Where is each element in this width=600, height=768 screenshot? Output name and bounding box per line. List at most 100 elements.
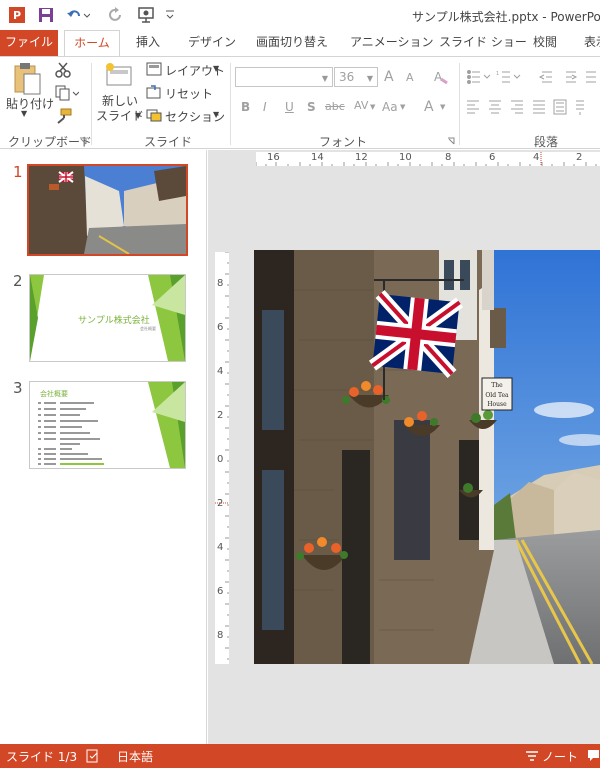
grow-font-button[interactable]: A bbox=[384, 69, 394, 85]
tab-animations[interactable]: アニメーション bbox=[350, 30, 434, 56]
section-icon bbox=[146, 109, 162, 122]
reset-icon bbox=[146, 85, 161, 99]
font-name-combo[interactable]: ▼ bbox=[235, 67, 333, 87]
redo-icon[interactable] bbox=[108, 7, 124, 23]
separator bbox=[459, 63, 460, 145]
ruler-label: 4 bbox=[217, 366, 224, 377]
font-size-value: 36 bbox=[339, 70, 355, 84]
slide-thumbnail-2[interactable]: サンプル株式会社 会社概要 bbox=[29, 274, 186, 362]
vertical-ruler: 8 6 4 2 0 2 4 6 8 bbox=[215, 252, 229, 664]
ruler-label: 8 bbox=[445, 152, 452, 163]
ruler-label: 16 bbox=[267, 152, 280, 163]
shadow-button[interactable]: S bbox=[307, 100, 316, 114]
bold-button[interactable]: B bbox=[241, 100, 250, 114]
sign-text-3: House bbox=[487, 401, 507, 408]
layout-dropdown-arrow: ▼ bbox=[213, 64, 220, 73]
thumbnail-title: 会社概要 bbox=[40, 390, 68, 398]
ruler-label: 2 bbox=[217, 498, 224, 509]
ruler-label: 6 bbox=[217, 322, 224, 333]
customize-qat-icon[interactable] bbox=[165, 9, 175, 21]
save-icon[interactable] bbox=[38, 7, 54, 23]
paste-label: 貼り付け bbox=[6, 97, 55, 111]
thumbnail-number: 3 bbox=[13, 379, 23, 397]
tab-review[interactable]: 校閲 bbox=[533, 30, 557, 56]
reset-button[interactable]: リセット bbox=[146, 84, 216, 102]
thumbnail-subtitle: 会社概要 bbox=[140, 326, 156, 331]
ruler-label: 4 bbox=[217, 542, 224, 553]
ruler-label: 2 bbox=[576, 152, 583, 163]
format-painter-icon[interactable] bbox=[55, 108, 73, 124]
font-launcher-icon[interactable] bbox=[447, 137, 455, 145]
paragraph-group-label: 段落 bbox=[534, 135, 559, 149]
clipboard-launcher-icon[interactable] bbox=[79, 137, 87, 145]
tab-design[interactable]: デザイン bbox=[188, 30, 236, 56]
chevron-down-icon: ▼ bbox=[400, 103, 406, 111]
paragraph-alignment-toolbar[interactable] bbox=[466, 99, 600, 115]
ruler-label: 8 bbox=[217, 278, 224, 289]
new-slide-dropdown-arrow: ▼ bbox=[135, 111, 142, 120]
ruler-label: 6 bbox=[489, 152, 496, 163]
tab-transitions[interactable]: 画面切り替え bbox=[256, 30, 328, 56]
strikethrough-button[interactable]: abc bbox=[325, 100, 345, 113]
shrink-font-button[interactable]: A bbox=[406, 71, 414, 84]
chevron-down-icon: ▼ bbox=[370, 103, 376, 111]
paste-icon bbox=[14, 63, 41, 95]
slides-group-label: スライド bbox=[144, 135, 193, 149]
section-dropdown-arrow: ▼ bbox=[213, 110, 220, 119]
undo-icon[interactable] bbox=[66, 7, 90, 23]
powerpoint-logo-icon: P bbox=[9, 7, 25, 23]
paste-button[interactable]: 貼り付け ▼ bbox=[4, 59, 54, 119]
title-bar: P サンプル株式会社.pptx - PowerPoint bbox=[0, 0, 600, 30]
new-slide-button[interactable]: 新しい スライド ▼ bbox=[96, 59, 144, 129]
ruler-label: 12 bbox=[355, 152, 368, 163]
street-photo-thumbnail bbox=[29, 166, 186, 254]
tab-view[interactable]: 表示 bbox=[584, 30, 600, 56]
cut-icon[interactable] bbox=[55, 62, 71, 78]
current-slide[interactable]: The Old Tea House bbox=[254, 250, 600, 664]
ribbon: 貼り付け ▼ クリップボード 新しい スライド ▼ レイアウト ▼ リセット セ… bbox=[0, 56, 600, 149]
thumbnail-number: 2 bbox=[13, 272, 23, 290]
street-photo: The Old Tea House bbox=[254, 250, 600, 664]
svg-text:1: 1 bbox=[496, 71, 499, 77]
font-size-combo[interactable]: 36 ▼ bbox=[334, 67, 378, 87]
clear-formatting-icon[interactable]: A bbox=[433, 69, 449, 85]
ruler-label: 4 bbox=[533, 152, 540, 163]
ruler-label: 6 bbox=[217, 586, 224, 597]
notes-button[interactable]: ノート bbox=[542, 748, 578, 765]
notes-icon bbox=[526, 751, 538, 761]
chevron-down-icon: ▼ bbox=[366, 74, 373, 83]
tab-slideshow[interactable]: スライド ショー bbox=[439, 30, 527, 56]
tab-file[interactable]: ファイル bbox=[0, 30, 58, 56]
status-bar: スライド 1/3 日本語 ノート bbox=[0, 744, 600, 768]
slide-counter: スライド 1/3 bbox=[6, 750, 78, 764]
ruler-label: 14 bbox=[311, 152, 324, 163]
paragraph-lists-toolbar[interactable]: 1 bbox=[466, 69, 600, 85]
slide-thumbnail-3[interactable]: 会社概要 bbox=[29, 381, 186, 469]
reset-label: リセット bbox=[165, 87, 214, 101]
copy-icon[interactable] bbox=[55, 85, 79, 101]
tab-insert[interactable]: 挿入 bbox=[136, 30, 160, 56]
comments-icon[interactable] bbox=[587, 749, 600, 762]
present-from-start-icon[interactable] bbox=[137, 6, 159, 24]
italic-button[interactable]: I bbox=[263, 100, 267, 114]
font-color-button[interactable]: A bbox=[424, 99, 434, 115]
paste-dropdown-arrow: ▼ bbox=[21, 109, 28, 118]
underline-button[interactable]: U bbox=[285, 100, 294, 114]
spell-check-icon[interactable] bbox=[86, 749, 100, 763]
layout-button[interactable]: レイアウト ▼ bbox=[146, 61, 226, 79]
new-slide-icon bbox=[106, 63, 132, 86]
svg-text:P: P bbox=[13, 9, 21, 22]
ruler-label: 0 bbox=[217, 454, 224, 465]
section-button[interactable]: セクション ▼ bbox=[146, 107, 226, 125]
language-indicator[interactable]: 日本語 bbox=[117, 748, 153, 765]
tab-home[interactable]: ホーム bbox=[64, 30, 120, 56]
slide-thumbnail-1[interactable] bbox=[27, 164, 188, 256]
thumbnail-title: サンプル株式会社 bbox=[78, 316, 150, 326]
layout-icon bbox=[146, 62, 162, 76]
horizontal-ruler: 16 14 12 10 8 6 4 2 bbox=[256, 152, 600, 166]
ruler-label: 8 bbox=[217, 630, 224, 641]
character-spacing-button[interactable]: AV bbox=[354, 99, 368, 112]
font-group-label: フォント bbox=[319, 135, 368, 149]
change-case-button[interactable]: Aa bbox=[382, 100, 398, 114]
ruler-label: 10 bbox=[399, 152, 412, 163]
